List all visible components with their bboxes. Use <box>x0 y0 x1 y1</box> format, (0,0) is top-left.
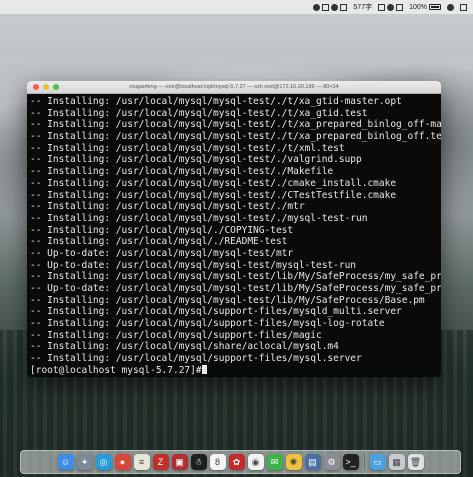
safari-icon[interactable]: ◎ <box>95 454 112 470</box>
menubar-extra-icons[interactable] <box>378 3 404 11</box>
terminal-line: -- Installing: /usr/local/mysql/support-… <box>30 306 402 318</box>
finder-icon[interactable]: ☺ <box>57 454 74 470</box>
terminal-line: -- Installing: /usr/local/mysql/support-… <box>30 329 322 341</box>
input-method-indicator[interactable]: 577字 <box>353 2 372 12</box>
terminal-line: -- Installing: /usr/local/mysql/support-… <box>30 353 362 365</box>
terminal-line: -- Installing: /usr/local/mysql/./COPYIN… <box>30 224 294 236</box>
window-controls <box>33 84 59 90</box>
navicat-icon[interactable]: ▣ <box>171 454 188 470</box>
terminal-line: -- Installing: /usr/local/mysql/mysql-te… <box>30 131 441 143</box>
trash-icon[interactable]: 🗑 <box>407 454 424 470</box>
terminal-line: -- Installing: /usr/local/mysql/mysql-te… <box>30 189 397 201</box>
terminal-output[interactable]: -- Installing: /usr/local/mysql/mysql-te… <box>27 94 441 377</box>
chrome-icon[interactable]: ● <box>114 454 131 470</box>
photos-icon[interactable]: ✺ <box>285 454 302 470</box>
folder-icon[interactable]: ▭ <box>369 454 386 470</box>
terminal-line: -- Installing: /usr/local/mysql/share/ac… <box>30 341 339 353</box>
qq-icon[interactable]: ☃ <box>190 454 207 470</box>
terminal-line: -- Up-to-date: /usr/local/mysql/mysql-te… <box>30 259 357 271</box>
dock: ☺ ✦ ◎ ● ≡ Z ▣ ☃ 8 ✿ ◉ ✉ ✺ ▤ ⚙ >_ ▭ ▦ 🗑 <box>20 450 461 474</box>
terminal-line: -- Up-to-date: /usr/local/mysql/mysql-te… <box>30 283 441 294</box>
display-icon[interactable] <box>378 3 386 11</box>
status-icon-2[interactable] <box>322 3 330 11</box>
zoom-button[interactable] <box>53 84 59 90</box>
terminal-line: -- Installing: /usr/local/mysql/mysql-te… <box>30 166 334 178</box>
terminal-line: -- Installing: /usr/local/mysql/mysql-te… <box>30 201 305 213</box>
battery-icon <box>429 4 441 10</box>
volume-icon[interactable] <box>396 3 404 11</box>
battery-percent: 100% <box>409 3 427 11</box>
terminal-line: -- Installing: /usr/local/mysql/mysql-te… <box>30 107 368 119</box>
menubar-status-icons[interactable] <box>313 3 348 11</box>
filezilla-icon[interactable]: Z <box>152 454 169 470</box>
terminal-line: -- Installing: /usr/local/mysql/mysql-te… <box>30 119 441 131</box>
window-titlebar[interactable]: niugaofeng — root@localhost:/opt/mysql-5… <box>27 81 441 94</box>
terminal-line: -- Installing: /usr/local/mysql/mysql-te… <box>30 142 345 154</box>
terminal-line: -- Installing: /usr/local/mysql/mysql-te… <box>30 212 368 224</box>
app-icon-red[interactable]: ✿ <box>228 454 245 470</box>
launchpad-icon[interactable]: ✦ <box>76 454 93 470</box>
status-icon-3[interactable] <box>331 3 339 11</box>
terminal-line: -- Installing: /usr/local/mysql/mysql-te… <box>30 271 441 283</box>
terminal-line: -- Installing: /usr/local/mysql/mysql-te… <box>30 177 397 189</box>
terminal-icon[interactable]: >_ <box>342 454 359 470</box>
terminal-prompt-line[interactable]: [root@localhost mysql-5.7.27]# <box>30 364 441 377</box>
spotlight-icon[interactable] <box>447 3 454 11</box>
settings-icon[interactable]: ⚙ <box>323 454 340 470</box>
terminal-line: -- Installing: /usr/local/mysql/mysql-te… <box>30 294 425 306</box>
battery-indicator[interactable]: 100% <box>409 4 441 11</box>
window-title: niugaofeng — root@localhost:/opt/mysql-5… <box>129 84 339 90</box>
app-icon-gray[interactable]: ▦ <box>388 454 405 470</box>
notes-icon[interactable]: ≡ <box>133 454 150 470</box>
shell-prompt: [root@localhost mysql-5.7.27]# <box>30 364 202 376</box>
menu-bar: 577字 100% <box>0 0 473 14</box>
calendar-icon[interactable]: 8 <box>209 454 226 470</box>
minimize-button[interactable] <box>43 84 49 90</box>
status-icon-4[interactable] <box>340 3 348 11</box>
terminal-line: -- Installing: /usr/local/mysql/support-… <box>30 318 385 330</box>
terminal-line: -- Installing: /usr/local/mysql/./README… <box>30 236 288 248</box>
wechat-icon[interactable]: ◉ <box>247 454 264 470</box>
terminal-line: -- Installing: /usr/local/mysql/mysql-te… <box>30 154 362 166</box>
preview-icon[interactable]: ▤ <box>304 454 321 470</box>
terminal-line: -- Installing: /usr/local/mysql/mysql-te… <box>30 96 402 107</box>
terminal-window[interactable]: niugaofeng — root@localhost:/opt/mysql-5… <box>27 81 441 377</box>
dock-separator <box>363 454 365 470</box>
wifi-icon[interactable] <box>387 3 395 11</box>
text-cursor <box>201 364 207 374</box>
wechat-green-icon[interactable]: ✉ <box>266 454 283 470</box>
status-icon-1[interactable] <box>313 3 321 11</box>
close-button[interactable] <box>33 84 39 90</box>
notification-center-icon[interactable] <box>460 3 467 11</box>
terminal-line: -- Up-to-date: /usr/local/mysql/mysql-te… <box>30 247 294 259</box>
